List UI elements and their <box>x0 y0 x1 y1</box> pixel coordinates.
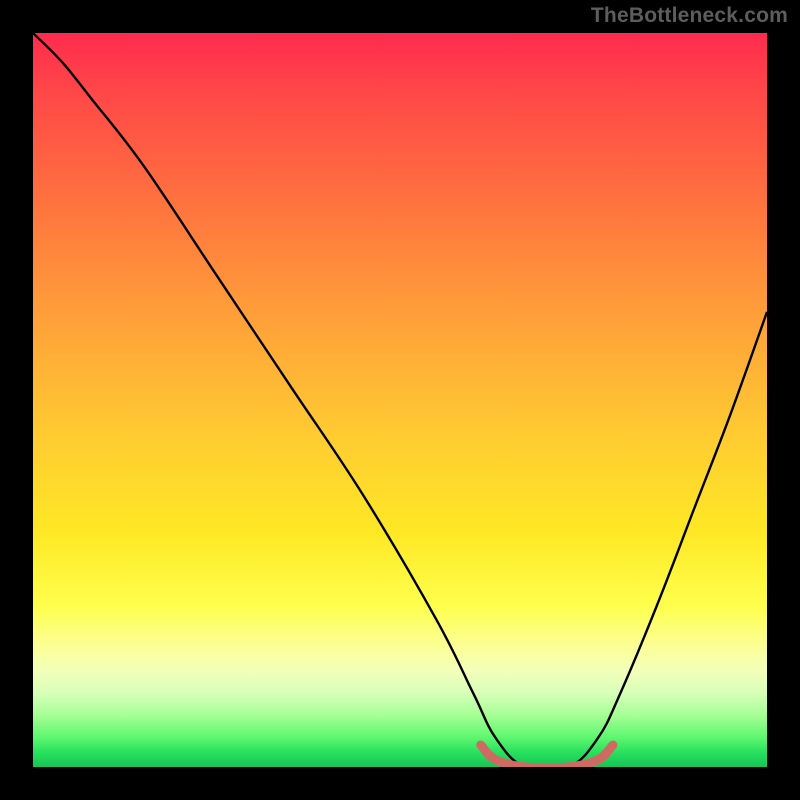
bottleneck-curve <box>33 33 767 767</box>
flat-bottom-highlight <box>481 745 613 767</box>
chart-plot-area <box>33 33 767 767</box>
chart-frame: TheBottleneck.com <box>0 0 800 800</box>
watermark-text: TheBottleneck.com <box>591 4 788 28</box>
chart-svg <box>33 33 767 767</box>
